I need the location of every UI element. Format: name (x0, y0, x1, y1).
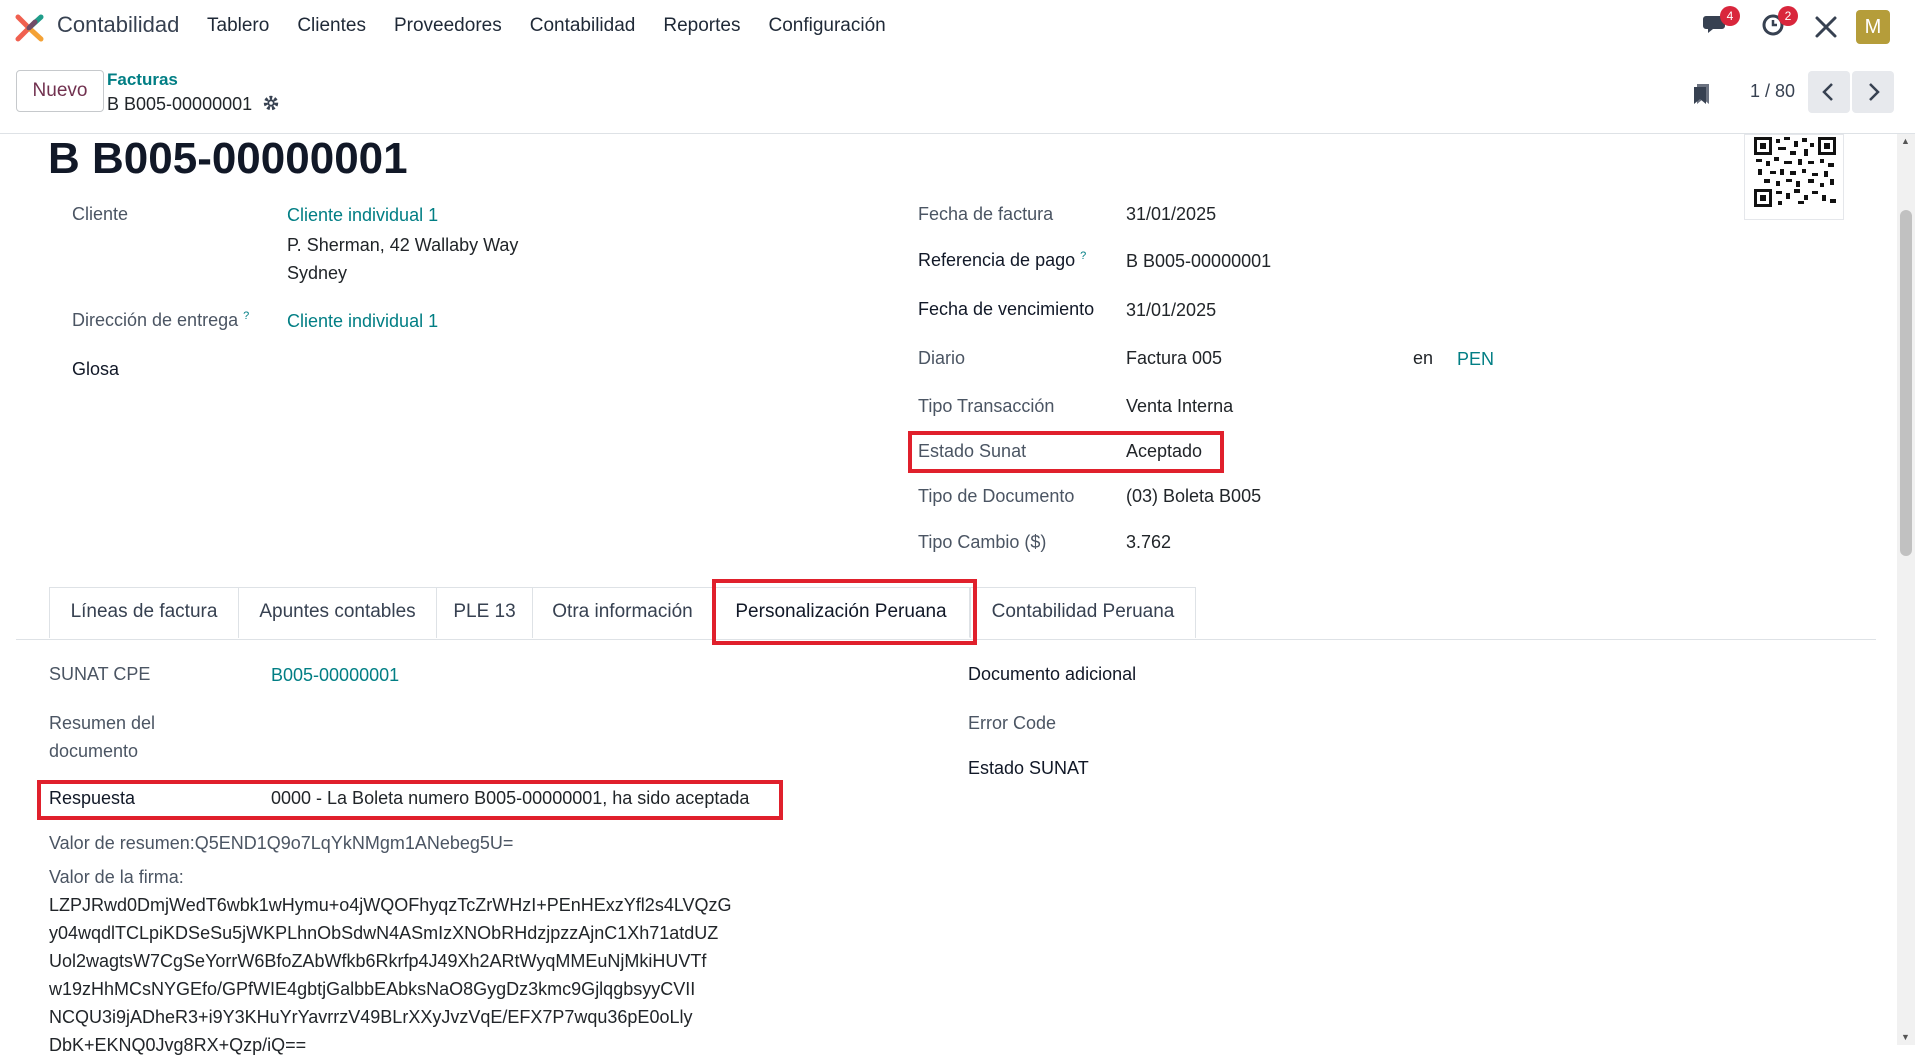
tipo-cambio-value[interactable]: 3.762 (1126, 532, 1171, 553)
diario-value[interactable]: Factura 005 (1126, 348, 1222, 369)
highlight-tab (712, 579, 977, 645)
ref-pago-label: Referencia de pago ? (918, 250, 1086, 271)
cliente-label: Cliente (72, 204, 129, 224)
top-navbar: Contabilidad Tablero Clientes Proveedore… (0, 0, 1915, 54)
glosa-label: Glosa (72, 359, 120, 379)
tab-apuntes-contables[interactable]: Apuntes contables (238, 587, 437, 638)
firma-line: y04wqdlTCLpiKDSeSu5jWKPLhnObSdwN4ASmIzXN… (49, 923, 719, 943)
menu-item-contabilidad[interactable]: Contabilidad (530, 15, 636, 37)
chat-badge: 4 (1720, 6, 1740, 26)
menu-item-configuracion[interactable]: Configuración (768, 15, 885, 37)
menu-item-tablero[interactable]: Tablero (207, 15, 269, 37)
fecha-factura-label: Fecha de factura (918, 204, 1054, 224)
ref-pago-label-text: Referencia de pago (918, 250, 1076, 270)
gear-icon[interactable] (262, 94, 280, 112)
breadcrumb-current: B B005-00000001 (107, 94, 253, 114)
tab-lineas-factura[interactable]: Líneas de factura (49, 587, 239, 638)
control-panel: Nuevo Facturas B B005-00000001 1 / 80 (0, 54, 1915, 134)
valor-resumen: Valor de resumen:Q5END1Q9o7LqYkNMgm1ANeb… (49, 833, 514, 853)
menu-item-proveedores[interactable]: Proveedores (394, 15, 502, 37)
firma-line: w19zHhMCsNYGEfo/GPfWIE4gbtjGalbbEAbksNaO… (49, 979, 696, 999)
tab-otra-informacion[interactable]: Otra información (532, 587, 713, 638)
chevron-left-icon (1822, 83, 1833, 101)
firma-line: Uol2wagtsW7CgSeYorrW6BfoZAbWfkb6Rkrfp4J4… (49, 951, 707, 971)
respuesta-label: Respuesta (49, 788, 136, 808)
firma-line: NCQU3i9jADheR3+i9Y3KHuYrYavrrzV49BLrXXyJ… (49, 1007, 693, 1027)
scrollbar[interactable]: ▲ ▼ (1897, 134, 1915, 1045)
estado-sunat-value: Aceptado (1126, 441, 1203, 461)
chat-button[interactable]: 4 (1702, 6, 1740, 43)
currency-prefix: en (1413, 348, 1434, 368)
tipo-documento-value[interactable]: (03) Boleta B005 (1126, 486, 1261, 507)
tipo-cambio-label: Tipo Cambio ($) (918, 532, 1047, 552)
estado-sunat-label: Estado Sunat (918, 441, 1027, 461)
valor-firma-label: Valor de la firma: (49, 867, 184, 887)
tools-icon (1815, 16, 1837, 38)
vencimiento-value[interactable]: 31/01/2025 (1126, 300, 1216, 321)
qr-code-image (1754, 137, 1836, 207)
respuesta-value: 0000 - La Boleta numero B005-00000001, h… (271, 788, 750, 808)
documento-adicional-label: Documento adicional (968, 664, 1137, 684)
breadcrumb-parent[interactable]: Facturas (107, 70, 178, 90)
pager-next-button[interactable] (1852, 71, 1894, 113)
help-tooltip-icon[interactable]: ? (1080, 250, 1086, 262)
resumen-label-line1: Resumen del (49, 713, 156, 733)
delivery-address-label: Dirección de entrega ? (72, 310, 249, 331)
resumen-label-line2: documento (49, 741, 139, 761)
tab-contabilidad-peruana[interactable]: Contabilidad Peruana (970, 587, 1196, 638)
qr-code (1744, 134, 1844, 220)
help-tooltip-icon[interactable]: ? (243, 310, 249, 322)
app-logo-icon[interactable] (15, 14, 45, 42)
main-menu: Tablero Clientes Proveedores Contabilida… (207, 15, 914, 37)
pager-previous-button[interactable] (1808, 71, 1850, 113)
scroll-up-arrow[interactable]: ▲ (1901, 136, 1910, 146)
vencimiento-label: Fecha de vencimiento (918, 299, 1095, 319)
tipo-transaccion-label: Tipo Transacción (918, 396, 1055, 416)
user-avatar[interactable]: M (1856, 10, 1890, 44)
app-name[interactable]: Contabilidad (57, 12, 179, 38)
tipo-transaccion-value[interactable]: Venta Interna (1126, 396, 1233, 417)
debug-tools-button[interactable] (1813, 14, 1839, 45)
scroll-down-arrow[interactable]: ▼ (1901, 1032, 1910, 1042)
error-code-label: Error Code (968, 713, 1057, 733)
fecha-factura-value[interactable]: 31/01/2025 (1126, 204, 1216, 225)
tab-ple-13[interactable]: PLE 13 (436, 587, 533, 638)
page-title: B B005-00000001 (48, 134, 408, 183)
form-sheet: B B005-00000001 Cliente Cliente individu… (0, 134, 1895, 1055)
estado-sunat-tab-label: Estado SUNAT (968, 758, 1089, 778)
cliente-address-line1: P. Sherman, 42 Wallaby Way (287, 235, 519, 255)
tipo-documento-label: Tipo de Documento (918, 486, 1075, 506)
diario-label: Diario (918, 348, 966, 368)
sunat-cpe-label: SUNAT CPE (49, 664, 151, 684)
delivery-address-link[interactable]: Cliente individual 1 (287, 311, 438, 332)
pager-value[interactable]: 1 / 80 (1750, 81, 1795, 102)
scrollbar-thumb[interactable] (1900, 210, 1912, 556)
cliente-address-line2: Sydney (287, 263, 348, 283)
sunat-cpe-link[interactable]: B005-00000001 (271, 665, 399, 686)
firma-line: DbK+EKNQ0Jvg8RX+Qzp/iQ== (49, 1035, 307, 1055)
activity-badge: 2 (1778, 6, 1798, 26)
delivery-address-label-text: Dirección de entrega (72, 310, 239, 330)
cliente-link[interactable]: Cliente individual 1 (287, 205, 438, 226)
bookmark-icon[interactable] (1692, 82, 1712, 106)
menu-item-reportes[interactable]: Reportes (663, 15, 740, 37)
chevron-right-icon (1869, 83, 1880, 101)
firma-line: LZPJRwd0DmjWedT6wbk1wHymu+o4jWQOFhyqzTcZ… (49, 895, 732, 915)
activity-button[interactable]: 2 (1760, 6, 1798, 43)
ref-pago-value[interactable]: B B005-00000001 (1126, 251, 1271, 272)
menu-item-clientes[interactable]: Clientes (297, 15, 366, 37)
new-button[interactable]: Nuevo (16, 70, 104, 112)
currency-link[interactable]: PEN (1457, 349, 1494, 370)
